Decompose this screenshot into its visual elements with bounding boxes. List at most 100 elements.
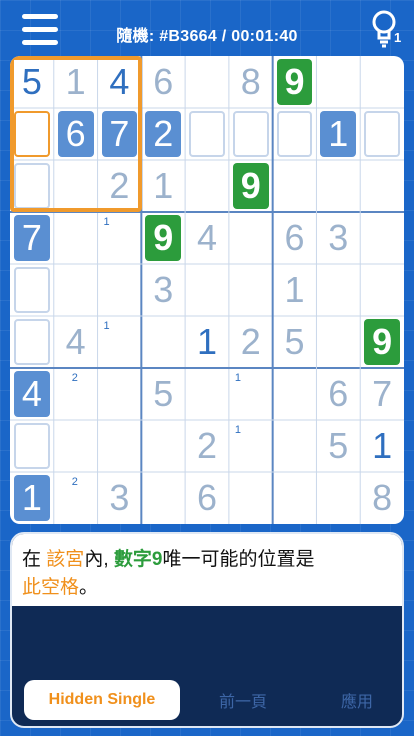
menu-icon[interactable] (22, 12, 58, 46)
cell-value: 1 (153, 165, 174, 206)
sudoku-cell[interactable]: 2 (54, 472, 98, 524)
sudoku-cell[interactable]: 1 (54, 56, 98, 108)
sudoku-cell[interactable]: 1 (360, 420, 404, 472)
sudoku-cell[interactable] (229, 264, 273, 316)
sudoku-cell[interactable] (273, 368, 317, 420)
sudoku-cell[interactable] (185, 56, 229, 108)
sudoku-cell[interactable]: 1 (98, 316, 142, 368)
cell-value-given: 1 (320, 111, 357, 157)
sudoku-cell[interactable] (360, 264, 404, 316)
sudoku-cell[interactable]: 3 (98, 472, 142, 524)
sudoku-cell[interactable] (316, 160, 360, 212)
sudoku-cell[interactable] (141, 316, 185, 368)
cell-value: 6 (196, 477, 217, 518)
sudoku-cell[interactable]: 7 (10, 212, 54, 264)
sudoku-cell[interactable]: 9 (273, 56, 317, 108)
previous-page-button[interactable]: 前一頁 (188, 680, 298, 720)
sudoku-cell[interactable] (10, 264, 54, 316)
sudoku-cell[interactable]: 8 (360, 472, 404, 524)
explanation-panel: 在 該宮內, 數字9唯一可能的位置是 此空格。 Hidden Single 前一… (10, 532, 404, 728)
sudoku-cell[interactable]: 8 (229, 56, 273, 108)
sudoku-cell[interactable]: 2 (185, 420, 229, 472)
sudoku-cell[interactable]: 6 (273, 212, 317, 264)
sudoku-cell[interactable] (229, 108, 273, 160)
sudoku-cell[interactable]: 1 (141, 160, 185, 212)
sudoku-cell[interactable] (360, 212, 404, 264)
sudoku-cell[interactable]: 6 (141, 56, 185, 108)
sudoku-cell[interactable] (273, 160, 317, 212)
sudoku-cell[interactable] (10, 420, 54, 472)
sudoku-cell[interactable]: 5 (273, 316, 317, 368)
sudoku-cell[interactable] (98, 368, 142, 420)
cell-value-given: 4 (14, 371, 50, 417)
cell-value-highlight: 9 (276, 59, 313, 105)
sudoku-cell[interactable] (141, 472, 185, 524)
sudoku-cell[interactable] (316, 264, 360, 316)
sudoku-cell[interactable]: 2 (98, 160, 142, 212)
sudoku-cell[interactable] (54, 160, 98, 212)
cell-value: 3 (109, 477, 130, 518)
sudoku-cell[interactable]: 2 (229, 316, 273, 368)
sudoku-cell[interactable]: 7 (98, 108, 142, 160)
sudoku-cell[interactable]: 3 (141, 264, 185, 316)
sudoku-cell[interactable]: 4 (54, 316, 98, 368)
sudoku-cell[interactable] (360, 56, 404, 108)
sudoku-cell[interactable]: 4 (185, 212, 229, 264)
sudoku-cell[interactable] (98, 264, 142, 316)
sudoku-cell[interactable]: 3 (316, 212, 360, 264)
sudoku-cell[interactable]: 4 (98, 56, 142, 108)
sudoku-cell[interactable] (229, 472, 273, 524)
sudoku-cell[interactable]: 5 (10, 56, 54, 108)
sudoku-cell[interactable]: 5 (316, 420, 360, 472)
sudoku-cell[interactable] (229, 212, 273, 264)
sudoku-cell[interactable] (10, 108, 54, 160)
cell-value-highlight: 9 (232, 163, 269, 209)
game-title: 隨機: #B3664 / 00:01:40 (116, 28, 298, 45)
sudoku-cell[interactable]: 1 (10, 472, 54, 524)
cell-value-highlight: 9 (364, 319, 400, 365)
cell-note: 1 (234, 424, 241, 436)
sudoku-cell[interactable] (141, 420, 185, 472)
sudoku-cell[interactable]: 2 (141, 108, 185, 160)
sudoku-cell[interactable] (360, 108, 404, 160)
sudoku-cell[interactable] (316, 316, 360, 368)
apply-button[interactable]: 應用 (302, 680, 402, 720)
sudoku-cell[interactable] (185, 108, 229, 160)
sudoku-cell[interactable] (273, 420, 317, 472)
sudoku-cell[interactable] (316, 56, 360, 108)
sudoku-cell[interactable] (54, 212, 98, 264)
sudoku-cell[interactable]: 4 (10, 368, 54, 420)
sudoku-cell[interactable] (316, 472, 360, 524)
cell-value: 6 (153, 61, 174, 102)
sudoku-cell[interactable] (10, 160, 54, 212)
sudoku-cell[interactable]: 9 (360, 316, 404, 368)
sudoku-cell[interactable] (54, 264, 98, 316)
sudoku-cell[interactable] (185, 160, 229, 212)
cell-note: 2 (71, 372, 78, 384)
sudoku-cell[interactable]: 6 (54, 108, 98, 160)
sudoku-cell[interactable]: 2 (54, 368, 98, 420)
sudoku-cell[interactable] (360, 160, 404, 212)
sudoku-cell[interactable]: 1 (229, 420, 273, 472)
cell-value: 6 (284, 217, 305, 258)
sudoku-cell[interactable]: 1 (316, 108, 360, 160)
sudoku-cell[interactable]: 1 (185, 316, 229, 368)
sudoku-cell[interactable] (54, 420, 98, 472)
sudoku-cell[interactable] (10, 316, 54, 368)
tab-hidden-single[interactable]: Hidden Single (24, 680, 180, 720)
sudoku-cell[interactable]: 1 (98, 212, 142, 264)
sudoku-cell[interactable]: 9 (229, 160, 273, 212)
sudoku-cell[interactable]: 1 (273, 264, 317, 316)
sudoku-cell[interactable]: 9 (141, 212, 185, 264)
cell-value-given: 6 (57, 111, 94, 157)
sudoku-cell[interactable]: 1 (229, 368, 273, 420)
sudoku-cell[interactable] (273, 108, 317, 160)
sudoku-cell[interactable] (185, 368, 229, 420)
sudoku-cell[interactable]: 5 (141, 368, 185, 420)
sudoku-cell[interactable] (185, 264, 229, 316)
sudoku-cell[interactable]: 6 (185, 472, 229, 524)
sudoku-cell[interactable]: 6 (316, 368, 360, 420)
sudoku-cell[interactable]: 7 (360, 368, 404, 420)
sudoku-cell[interactable] (98, 420, 142, 472)
sudoku-cell[interactable] (273, 472, 317, 524)
